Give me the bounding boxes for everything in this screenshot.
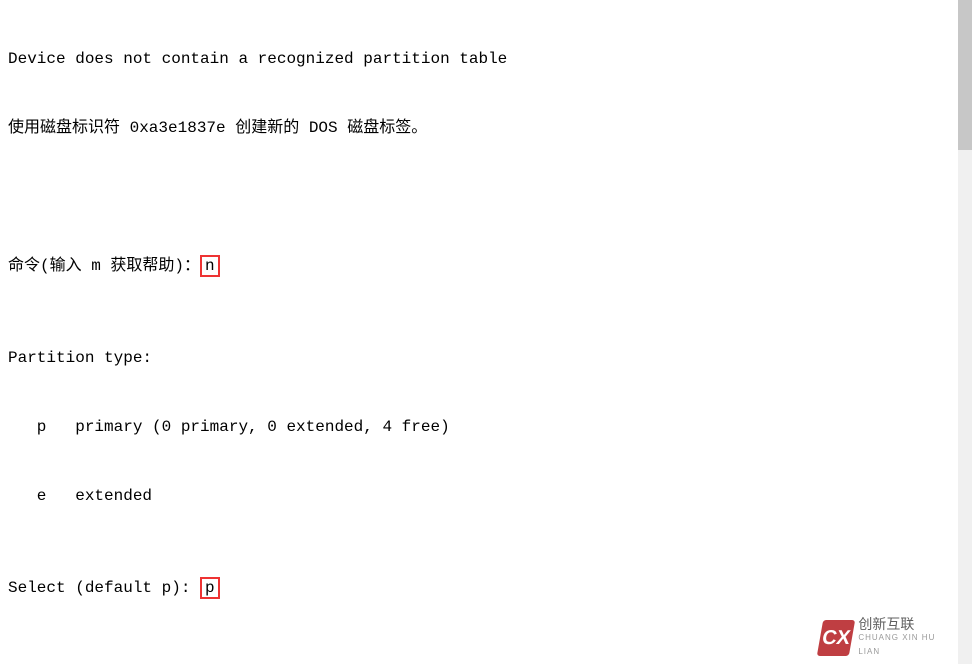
output-line: Device does not contain a recognized par… [8, 48, 968, 71]
prompt-text: 命令(输入 m 获取帮助)： [8, 257, 200, 275]
logo-name: 创新互联 [858, 616, 914, 632]
logo-subtext: CHUANG XIN HU LIAN [858, 631, 950, 659]
output-line: 使用磁盘标识符 0xa3e1837e 创建新的 DOS 磁盘标签。 [8, 117, 968, 140]
logo-badge-icon: CX [817, 620, 856, 656]
output-line: p primary (0 primary, 0 extended, 4 free… [8, 416, 968, 439]
select-prompt-line: Select (default p): p [8, 577, 968, 600]
command-prompt-line: 命令(输入 m 获取帮助)：n [8, 255, 968, 278]
scrollbar-track[interactable] [958, 0, 972, 664]
terminal-viewport: Device does not contain a recognized par… [0, 0, 972, 664]
output-line: e extended [8, 485, 968, 508]
user-input-p[interactable]: p [200, 577, 220, 599]
prompt-text: Select (default p): [8, 579, 200, 597]
terminal-output: Device does not contain a recognized par… [0, 0, 972, 664]
logo-text: 创新互联 CHUANG XIN HU LIAN [858, 617, 950, 659]
scrollbar-thumb[interactable] [958, 0, 972, 150]
output-line: Partition type: [8, 347, 968, 370]
watermark-logo: CX 创新互联 CHUANG XIN HU LIAN [820, 618, 950, 658]
user-input-n[interactable]: n [200, 255, 220, 277]
